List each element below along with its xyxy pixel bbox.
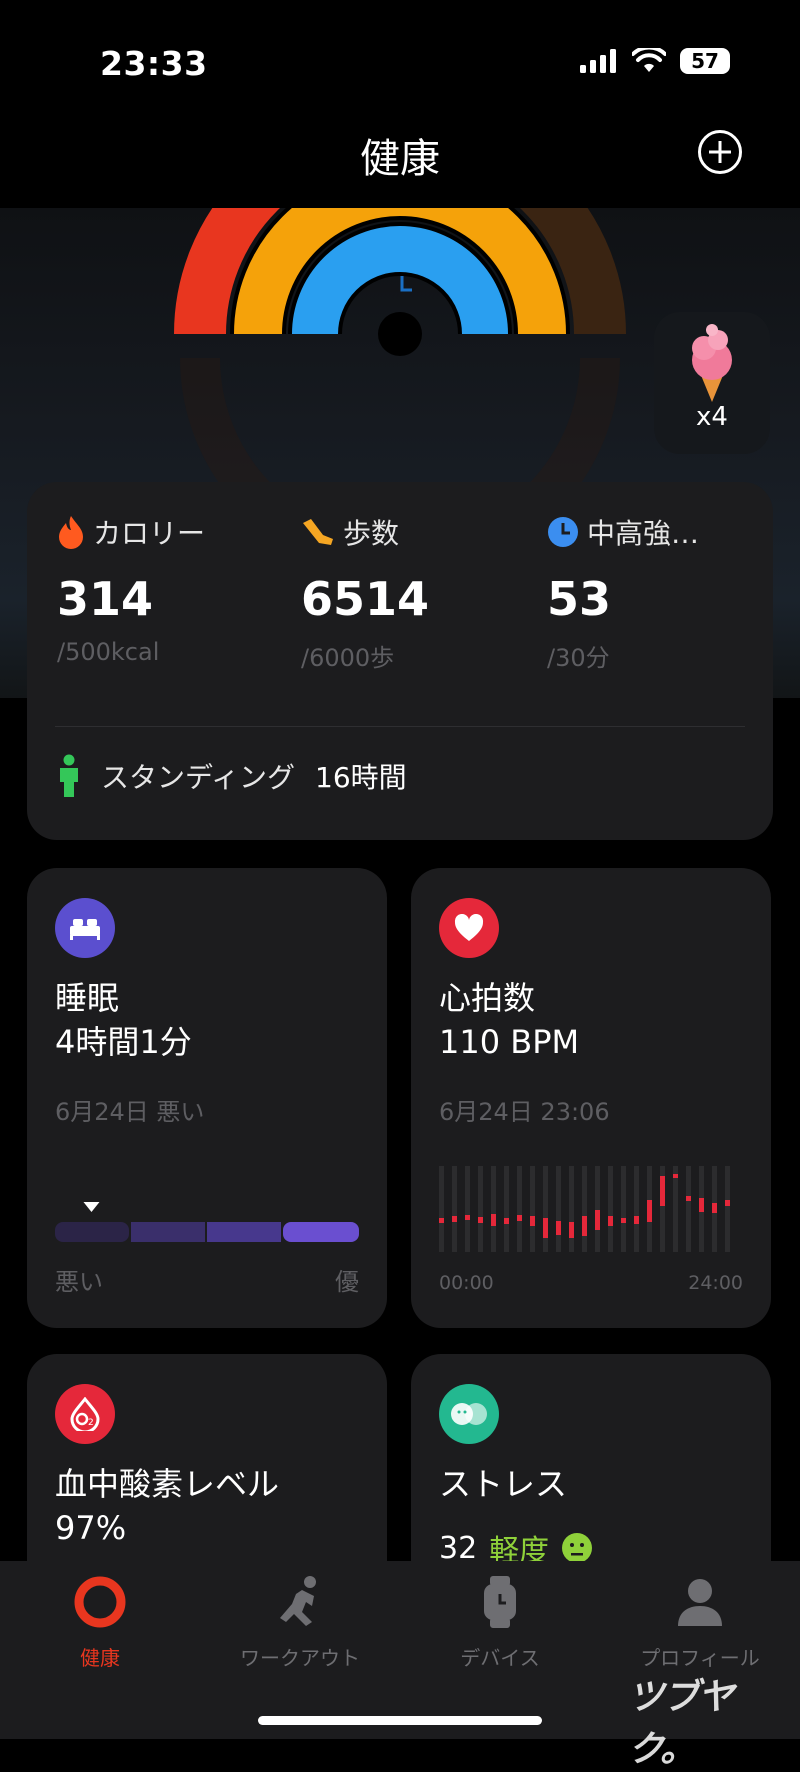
battery-indicator: 57	[680, 48, 730, 74]
cellular-signal-icon	[580, 49, 616, 73]
steps-value: 6514	[301, 572, 430, 626]
add-button[interactable]	[698, 130, 742, 174]
activity-summary-card[interactable]: カロリー 314 /500kcal 歩数 6514 /6000歩 中高強… 53…	[27, 482, 773, 840]
status-time: 23:33	[100, 44, 208, 83]
clock-icon	[548, 517, 578, 547]
sleep-scale-high: 優	[335, 1268, 359, 1296]
calories-goal: /500kcal	[57, 638, 160, 666]
intensity-label: 中高強…	[587, 517, 700, 550]
reward-count: x4	[696, 402, 728, 432]
status-icons: 57	[580, 48, 730, 74]
shoe-icon	[303, 519, 333, 545]
reward-badge[interactable]	[654, 312, 770, 454]
home-indicator[interactable]	[258, 1716, 542, 1725]
activity-rings-icon[interactable]	[170, 208, 630, 488]
sleep-card[interactable]: 睡眠 4時間1分 6月24日 悪い 悪い 優	[27, 868, 387, 1328]
tab-device-label: デバイス	[460, 1646, 540, 1670]
watch-icon	[484, 1576, 516, 1628]
bed-icon	[55, 898, 115, 958]
heart-x-end: 24:00	[688, 1272, 743, 1294]
heart-value: 110 BPM	[439, 1023, 580, 1061]
tab-health-label: 健康	[80, 1646, 120, 1670]
intensity-goal: /30分	[547, 644, 610, 672]
watermark: ツブヤク。	[628, 1677, 734, 1770]
steps-goal: /6000歩	[301, 644, 395, 672]
ice-cream-icon	[692, 324, 732, 402]
heart-rate-card[interactable]: 心拍数 110 BPM 6月24日 23:06 00:00 24:00	[411, 868, 771, 1328]
steps-label: 歩数	[343, 517, 400, 550]
standing-row[interactable]: スタンディング 16時間	[57, 754, 407, 798]
sleep-quality-marker	[83, 1202, 100, 1212]
oxygen-icon: 2	[55, 1384, 115, 1444]
calories-label: カロリー	[93, 517, 206, 550]
tab-workout-label: ワークアウト	[240, 1646, 360, 1670]
intensity-metric: 中高強… 53 /30分	[547, 512, 699, 673]
calories-metric: カロリー 314 /500kcal	[57, 512, 205, 666]
sleep-value: 4時間1分	[55, 1023, 192, 1061]
steps-metric: 歩数 6514 /6000歩	[301, 512, 429, 673]
standing-label: スタンディング	[101, 761, 296, 794]
sleep-scale-low: 悪い	[55, 1268, 103, 1296]
person-icon	[678, 1579, 722, 1626]
flame-icon	[59, 516, 83, 549]
page-title: 健康	[360, 136, 440, 182]
standing-value: 16時間	[315, 761, 407, 794]
health-ring-icon	[74, 1576, 126, 1628]
tab-device[interactable]: デバイス	[400, 1574, 600, 1671]
neutral-face-icon	[562, 1533, 593, 1563]
running-person-icon	[280, 1576, 316, 1626]
heart-title: 心拍数	[439, 979, 536, 1017]
heart-icon	[439, 898, 499, 958]
sleep-date: 6月24日 悪い	[55, 1098, 205, 1126]
tab-profile[interactable]: プロフィール	[600, 1574, 800, 1671]
wifi-icon	[632, 48, 666, 72]
tab-workout[interactable]: ワークアウト	[200, 1574, 400, 1671]
stress-title: ストレス	[439, 1465, 568, 1503]
stress-card[interactable]: ストレス 32 軽度	[411, 1354, 771, 1594]
oxygen-title: 血中酸素レベル	[55, 1465, 280, 1503]
blood-oxygen-card[interactable]: 2 血中酸素レベル 97%	[27, 1354, 387, 1594]
svg-text:2: 2	[88, 1418, 94, 1428]
standing-person-icon	[60, 754, 78, 797]
heart-date: 6月24日 23:06	[439, 1098, 610, 1126]
heart-x-start: 00:00	[439, 1272, 494, 1294]
sleep-title: 睡眠	[55, 979, 120, 1017]
stress-face-icon	[439, 1384, 499, 1444]
sleep-quality-bar	[55, 1202, 359, 1242]
tab-profile-label: プロフィール	[640, 1646, 760, 1670]
intensity-value: 53	[547, 572, 612, 626]
calories-value: 314	[57, 572, 154, 626]
heart-rate-chart	[439, 1166, 730, 1252]
oxygen-value: 97%	[55, 1509, 127, 1547]
tab-health[interactable]: 健康	[0, 1574, 200, 1671]
divider	[55, 726, 745, 727]
